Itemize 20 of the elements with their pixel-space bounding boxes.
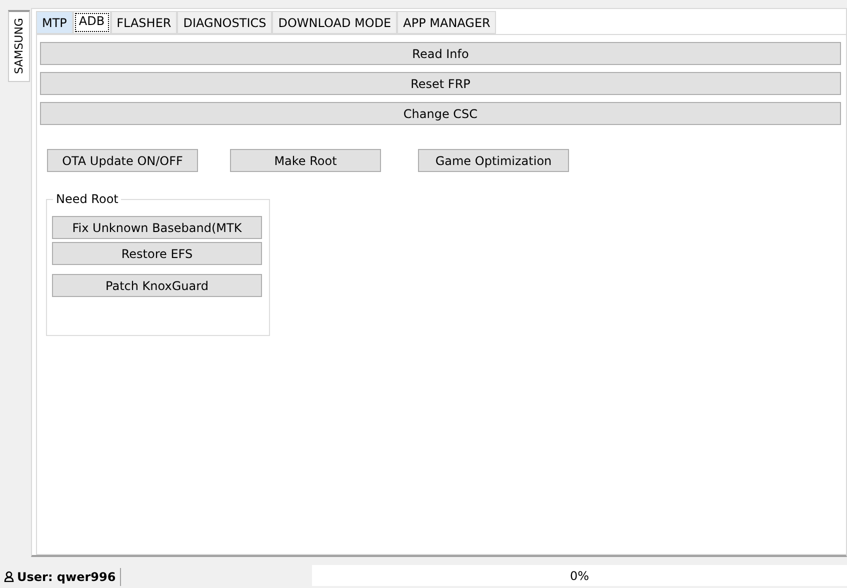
action-button[interactable]: Fix Unknown Baseband(MTK — [52, 216, 262, 239]
tab[interactable]: APP MANAGER — [397, 11, 496, 34]
user-label: User: qwer996 — [17, 570, 116, 584]
side-tab[interactable]: SAMSUNG — [8, 10, 30, 82]
action-button[interactable]: Reset FRP — [40, 72, 841, 95]
tab[interactable]: ADB — [72, 11, 111, 34]
tab[interactable]: FLASHER — [110, 11, 178, 34]
action-button[interactable]: Read Info — [40, 42, 841, 65]
action-button[interactable]: Restore EFS — [52, 242, 262, 265]
progress-reading: 0% — [570, 568, 590, 582]
action-button[interactable]: OTA Update ON/OFF — [47, 149, 198, 172]
action-button[interactable]: Change CSC — [40, 102, 841, 125]
action-button[interactable]: Game Optimization — [418, 149, 569, 172]
user-icon — [4, 571, 14, 582]
tab[interactable]: DOWNLOAD MODE — [272, 11, 398, 34]
action-button[interactable]: Make Root — [230, 149, 381, 172]
tab[interactable]: MTP — [36, 11, 73, 34]
action-button[interactable]: Patch KnoxGuard — [52, 274, 262, 297]
group-title: Need Root — [53, 192, 122, 206]
tab[interactable]: DIAGNOSTICS — [177, 11, 272, 34]
